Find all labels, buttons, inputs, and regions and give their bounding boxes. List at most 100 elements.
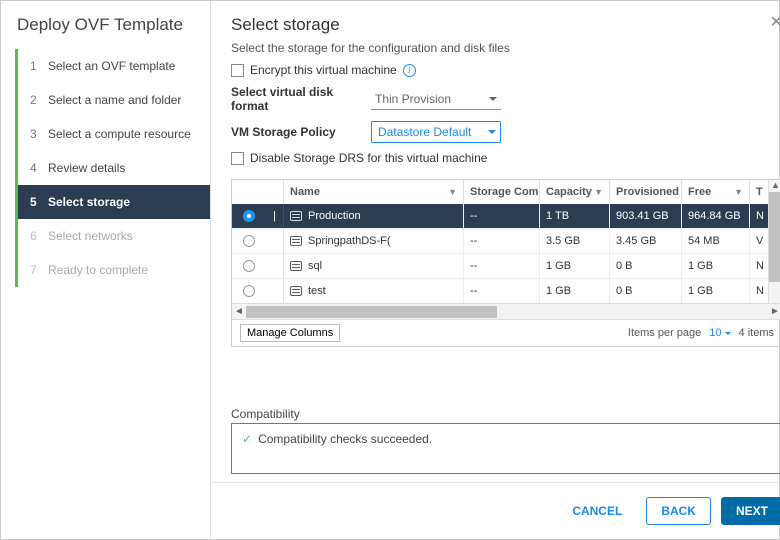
- close-icon[interactable]: ✕: [770, 15, 780, 31]
- cell-storage-compatibility: --: [464, 279, 540, 303]
- cell-type: N: [750, 204, 768, 228]
- datastore-icon: [290, 286, 302, 296]
- datastore-name: sql: [308, 260, 322, 272]
- col-provisioned[interactable]: Provisioned ▼: [610, 180, 682, 204]
- disable-drs-checkbox[interactable]: [231, 152, 244, 165]
- cell-free: 1 GB: [682, 279, 750, 303]
- cell-capacity: 1 TB: [540, 204, 610, 228]
- disk-format-label: Select virtual disk format: [231, 85, 371, 113]
- disk-format-select[interactable]: Thin Provision: [371, 88, 501, 110]
- total-items: 4 items: [739, 327, 774, 339]
- manage-columns-button[interactable]: Manage Columns: [240, 324, 340, 342]
- col-capacity[interactable]: Capacity ▼: [540, 180, 610, 204]
- cell-provisioned: 3.45 GB: [610, 229, 682, 253]
- horizontal-scrollbar[interactable]: ◄ ►: [232, 303, 780, 319]
- scroll-left-icon[interactable]: ◄: [232, 306, 246, 317]
- compatibility-label: Compatibility: [231, 407, 780, 421]
- cell-type: N: [750, 254, 768, 278]
- step-number: 5: [30, 195, 40, 209]
- check-icon: ✓: [242, 432, 252, 446]
- cell-capacity: 3.5 GB: [540, 229, 610, 253]
- compatibility-message: Compatibility checks succeeded.: [258, 432, 432, 446]
- col-type[interactable]: T: [750, 180, 768, 204]
- wizard-step-2[interactable]: 2 Select a name and folder: [18, 83, 210, 117]
- cell-capacity: 1 GB: [540, 279, 610, 303]
- step-number: 2: [30, 93, 40, 107]
- datastore-icon: [290, 261, 302, 271]
- filter-icon[interactable]: ▼: [448, 187, 457, 197]
- items-per-page-label: Items per page: [628, 327, 701, 339]
- vertical-scrollbar[interactable]: ▲: [768, 180, 780, 303]
- wizard-step-7: 7 Ready to complete: [18, 253, 210, 287]
- step-number: 7: [30, 263, 40, 277]
- step-label: Select storage: [48, 195, 130, 209]
- col-name[interactable]: Name ▼: [284, 180, 464, 204]
- step-number: 6: [30, 229, 40, 243]
- datastore-name: test: [308, 285, 326, 297]
- row-pin-cell: [266, 254, 284, 278]
- back-button[interactable]: BACK: [646, 497, 711, 525]
- cell-provisioned: 0 B: [610, 279, 682, 303]
- col-free[interactable]: Free ▼: [682, 180, 750, 204]
- storage-policy-select[interactable]: Datastore Default: [371, 121, 501, 143]
- encrypt-vm-checkbox[interactable]: [231, 64, 244, 77]
- wizard-footer: CANCEL BACK NEXT: [211, 482, 780, 539]
- step-label: Ready to complete: [48, 263, 148, 277]
- row-radio[interactable]: [243, 285, 255, 297]
- datastore-name: Production: [308, 210, 361, 222]
- table-row[interactable]: SpringpathDS-F( --3.5 GB3.45 GB54 MBV: [232, 228, 768, 253]
- col-storage-compatibility[interactable]: Storage Compatibility ▼: [464, 180, 540, 204]
- cell-storage-compatibility: --: [464, 229, 540, 253]
- row-pin-cell: [266, 279, 284, 303]
- datastore-table: Name ▼ Storage Compatibility ▼ Capacity …: [231, 179, 780, 347]
- step-label: Select a name and folder: [48, 93, 181, 107]
- wizard-step-4[interactable]: 4 Review details: [18, 151, 210, 185]
- table-row[interactable]: test--1 GB0 B1 GBN: [232, 278, 768, 303]
- datastore-name: SpringpathDS-F(: [308, 235, 391, 247]
- cell-storage-compatibility: --: [464, 204, 540, 228]
- table-header-row: Name ▼ Storage Compatibility ▼ Capacity …: [232, 180, 768, 204]
- items-per-page-select[interactable]: 10: [709, 327, 730, 339]
- wizard-sidebar: Deploy OVF Template 1 Select an OVF templ…: [1, 1, 211, 539]
- datastore-icon: [290, 236, 302, 246]
- storage-policy-label: VM Storage Policy: [231, 125, 371, 139]
- cell-capacity: 1 GB: [540, 254, 610, 278]
- info-icon[interactable]: i: [403, 64, 416, 77]
- cell-provisioned: 0 B: [610, 254, 682, 278]
- table-row[interactable]: |Production--1 TB903.41 GB964.84 GBN: [232, 204, 768, 228]
- cancel-button[interactable]: CANCEL: [558, 497, 636, 525]
- page-subtitle: Select the storage for the configuration…: [231, 41, 780, 55]
- next-button[interactable]: NEXT: [721, 497, 780, 525]
- cell-free: 54 MB: [682, 229, 750, 253]
- wizard-step-5[interactable]: 5 Select storage: [18, 185, 210, 219]
- wizard-step-6: 6 Select networks: [18, 219, 210, 253]
- wizard-step-1[interactable]: 1 Select an OVF template: [18, 49, 210, 83]
- row-radio[interactable]: [243, 210, 255, 222]
- step-label: Select an OVF template: [48, 59, 175, 73]
- disable-drs-label: Disable Storage DRS for this virtual mac…: [250, 151, 487, 165]
- wizard-steps: 1 Select an OVF template 2 Select a name an…: [15, 49, 210, 287]
- step-label: Review details: [48, 161, 125, 175]
- row-radio[interactable]: [243, 235, 255, 247]
- cell-free: 964.84 GB: [682, 204, 750, 228]
- row-radio[interactable]: [243, 260, 255, 272]
- step-number: 4: [30, 161, 40, 175]
- compatibility-box: ✓ Compatibility checks succeeded.: [231, 423, 780, 474]
- cell-free: 1 GB: [682, 254, 750, 278]
- table-row[interactable]: sql--1 GB0 B1 GBN: [232, 253, 768, 278]
- step-number: 1: [30, 59, 40, 73]
- row-pin-cell: |: [266, 204, 284, 228]
- wizard-step-3[interactable]: 3Select a compute resource: [18, 117, 210, 151]
- row-pin-cell: [266, 229, 284, 253]
- wizard-title: Deploy OVF Template: [1, 15, 210, 49]
- filter-icon[interactable]: ▼: [594, 187, 603, 197]
- scrollbar-thumb[interactable]: [246, 306, 497, 318]
- filter-icon[interactable]: ▼: [734, 187, 743, 197]
- cell-storage-compatibility: --: [464, 254, 540, 278]
- step-label: Select a compute resource: [48, 127, 191, 141]
- cell-type: V: [750, 229, 768, 253]
- step-label: Select networks: [48, 229, 133, 243]
- scroll-right-icon[interactable]: ►: [768, 306, 780, 317]
- main-panel: Select storage ✕ Select the storage for …: [211, 1, 780, 539]
- cell-type: N: [750, 279, 768, 303]
